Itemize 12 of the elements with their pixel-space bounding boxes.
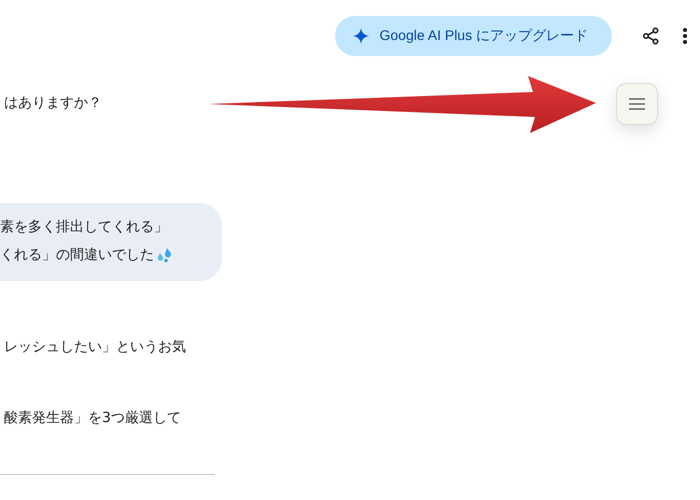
response-text: レッシュしたい」というお気	[4, 338, 187, 357]
menu-icon	[628, 98, 646, 110]
more-options-icon[interactable]	[682, 27, 688, 45]
menu-button[interactable]	[616, 83, 658, 125]
share-icon[interactable]	[642, 27, 660, 45]
response-text: 酸素発生器」を3つ厳選して	[4, 409, 182, 428]
message-line: くれる」の間違いでした	[0, 246, 154, 265]
sweat-droplets-icon	[156, 247, 172, 263]
response-text: はありますか？	[4, 94, 103, 113]
sparkle-icon	[353, 28, 370, 44]
upgrade-button[interactable]: Google AI Plus にアップグレード	[335, 16, 612, 56]
message-line: 素を多く排出してくれる」	[0, 218, 168, 237]
